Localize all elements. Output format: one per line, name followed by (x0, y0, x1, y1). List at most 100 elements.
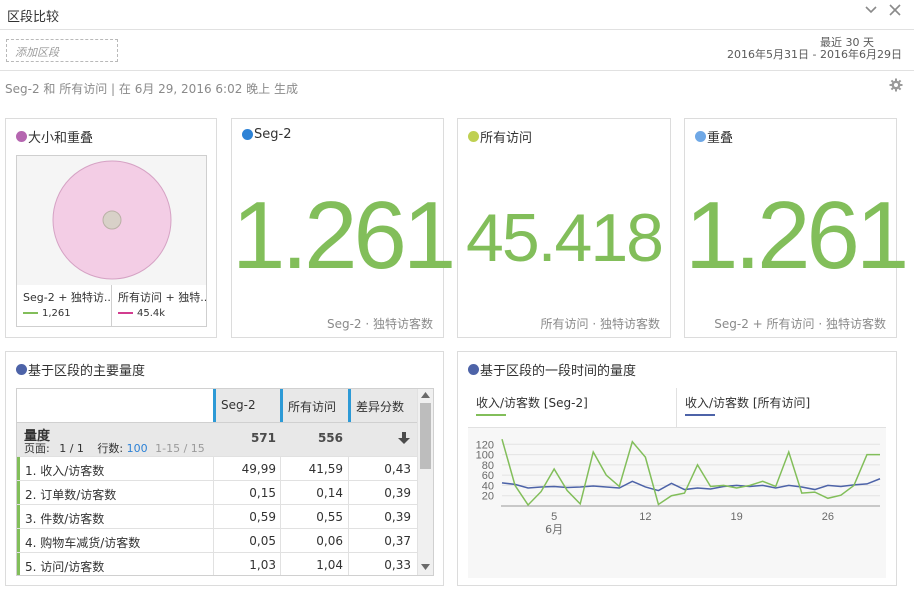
x-tick-label: 26 (822, 511, 834, 523)
venn-legend-value: 45.4k (137, 308, 166, 319)
metric-value: 1.261 (232, 182, 456, 289)
row-metric-name: 3. 件数/访客数 (25, 512, 105, 526)
row-seg2-value: 0,15 (249, 486, 276, 500)
row-range: 1-15 / 15 (155, 442, 205, 455)
metric-value: 45.418 (466, 200, 664, 276)
venn-legend-item[interactable]: 所有访问 + 独特... 45.4k (111, 285, 206, 326)
panel-dot-icon (16, 131, 27, 142)
panel-dot-icon (468, 364, 479, 375)
pagination: 页面: 1 / 1 行数: 100 1-15 / 15 (24, 440, 205, 456)
row-seg2-value: 1,03 (249, 558, 276, 572)
table-scrollbar[interactable] (417, 389, 433, 575)
row-seg2-value: 0,05 (249, 534, 276, 548)
table-summary-row: 量度 页面: 1 / 1 行数: 100 1-15 / 15 571 556 (17, 422, 417, 456)
panel-title: 基于区段的一段时间的量度 (480, 364, 637, 379)
row-metric-name: 5. 访问/访客数 (25, 560, 105, 574)
chart-legend: 收入/访客数 [Seg-2] 收入/访客数 [所有访问] (468, 388, 886, 428)
y-tick-label: 120 (476, 439, 494, 451)
row-all-value: 1,04 (316, 558, 343, 572)
line-chart-svg: 20406080100120 5 12 19 26 6月 (476, 438, 881, 536)
row-all-value: 0,14 (316, 486, 343, 500)
row-diff-value: 0,37 (384, 534, 411, 548)
rows-label: 行数: (97, 442, 124, 455)
row-metric-name: 2. 订单数/访客数 (25, 488, 117, 502)
report-info-line: Seg-2 和 所有访问 | 在 6月 29, 2016 6:02 晚上 生成 (5, 82, 298, 96)
top-metrics-panel: 基于区段的主要量度 Seg-2 所有访问 差异分数 量度 页面: 1 / 1 行… (5, 351, 444, 586)
table-row[interactable]: 1. 收入/访客数 49,99 41,59 0,43 (17, 456, 417, 480)
metric-subtitle: Seg-2 + 所有访问 · 独特访客数 (714, 317, 886, 331)
venn-legend-label: Seg-2 + 独特访... (23, 291, 111, 304)
panel-title: 重叠 (707, 131, 734, 146)
x-month-label: 6月 (545, 523, 563, 536)
legend-item-all-visits[interactable]: 收入/访客数 [所有访问] (685, 394, 810, 411)
x-tick-label: 5 (551, 511, 557, 523)
date-range-label: 2016年5月31日 - 2016年6月29日 (727, 48, 902, 61)
column-header-seg2[interactable]: Seg-2 (213, 389, 280, 422)
panel-dot-icon (16, 364, 27, 375)
y-tick-label: 20 (482, 491, 494, 503)
toolbar: 添加区段 最近 30 天 2016年5月31日 - 2016年6月29日 (0, 31, 914, 71)
row-seg2-value: 0,59 (249, 510, 276, 524)
legend-swatch (685, 414, 715, 416)
table-row[interactable]: 2. 订单数/访客数 0,15 0,14 0,39 (17, 480, 417, 504)
metric-subtitle: Seg-2 · 独特访客数 (326, 317, 433, 331)
window-title: 区段比较 (7, 10, 60, 25)
legend-swatch (118, 312, 133, 314)
venn-legend-value: 1,261 (42, 308, 71, 319)
seg2-total: 571 (250, 431, 276, 445)
arrow-down-icon[interactable] (398, 431, 410, 448)
seg2-metric-panel: Seg-2 1.261 Seg-2 · 独特访客数 (231, 118, 456, 338)
chevron-down-icon[interactable] (864, 3, 878, 21)
line-chart: 20 40 60 80 100 120 5 12 19 26 6月 (468, 428, 886, 578)
y-tick-label: 100 (476, 450, 494, 462)
panel-title: 大小和重叠 (28, 131, 94, 146)
rows-per-page[interactable]: 100 (127, 442, 148, 455)
table-row[interactable]: 3. 件数/访客数 0,59 0,55 0,39 (17, 504, 417, 528)
panel-title: 基于区段的主要量度 (28, 364, 146, 379)
panel-dot-icon (695, 131, 706, 142)
row-diff-value: 0,33 (384, 558, 411, 572)
window-titlebar: 区段比较 (0, 0, 914, 30)
date-range-picker[interactable]: 最近 30 天 2016年5月31日 - 2016年6月29日 (727, 37, 902, 61)
panel-title: Seg-2 (254, 127, 292, 142)
size-overlap-panel: 大小和重叠 Seg-2 + 独特访... 1,261 所有访问 + 独特... … (5, 118, 217, 338)
all-visits-total: 556 (317, 431, 343, 445)
close-icon[interactable] (888, 3, 902, 21)
row-all-value: 0,55 (316, 510, 343, 524)
scroll-thumb[interactable] (420, 403, 431, 469)
table-row[interactable]: 5. 访问/访客数 1,03 1,04 0,33 (17, 552, 417, 575)
venn-legend-label: 所有访问 + 独特... (118, 291, 206, 304)
row-all-value: 0,06 (316, 534, 343, 548)
row-metric-name: 4. 购物车减货/访客数 (25, 536, 141, 550)
legend-swatch (476, 414, 506, 416)
venn-legend: Seg-2 + 独特访... 1,261 所有访问 + 独特... 45.4k (16, 285, 207, 327)
legend-swatch (23, 312, 38, 314)
row-metric-name: 1. 收入/访客数 (25, 464, 105, 478)
add-segment-dropzone[interactable]: 添加区段 (6, 39, 118, 62)
x-tick-label: 12 (639, 511, 651, 523)
metrics-table: Seg-2 所有访问 差异分数 量度 页面: 1 / 1 行数: 100 1-1… (16, 388, 434, 576)
metric-subtitle: 所有访问 · 独特访客数 (540, 317, 660, 331)
y-tick-label: 40 (482, 480, 494, 492)
table-header: Seg-2 所有访问 差异分数 (17, 389, 417, 422)
y-tick-label: 60 (482, 470, 494, 482)
row-diff-value: 0,43 (384, 462, 411, 476)
row-diff-value: 0,39 (384, 510, 411, 524)
row-all-value: 41,59 (308, 462, 343, 476)
row-seg2-value: 49,99 (241, 462, 276, 476)
column-header-all-visits[interactable]: 所有访问 (280, 389, 348, 422)
page-number[interactable]: 1 / 1 (59, 442, 84, 455)
overlap-metric-panel: 重叠 1.261 Seg-2 + 所有访问 · 独特访客数 (684, 118, 909, 338)
column-header-diff-score[interactable]: 差异分数 (348, 389, 417, 422)
panel-dot-icon (242, 129, 253, 140)
table-row[interactable]: 4. 购物车减货/访客数 0,05 0,06 0,37 (17, 528, 417, 552)
trend-panel: 基于区段的一段时间的量度 收入/访客数 [Seg-2] 收入/访客数 [所有访问… (457, 351, 897, 586)
series-line (501, 438, 880, 507)
legend-item-seg2[interactable]: 收入/访客数 [Seg-2] (476, 394, 588, 411)
gear-icon[interactable] (889, 78, 903, 96)
row-diff-value: 0,39 (384, 486, 411, 500)
y-tick-label: 80 (482, 460, 494, 472)
venn-legend-item[interactable]: Seg-2 + 独特访... 1,261 (17, 285, 111, 326)
all-visits-metric-panel: 所有访问 45.418 所有访问 · 独特访客数 (457, 118, 671, 338)
panel-title: 所有访问 (480, 131, 533, 146)
